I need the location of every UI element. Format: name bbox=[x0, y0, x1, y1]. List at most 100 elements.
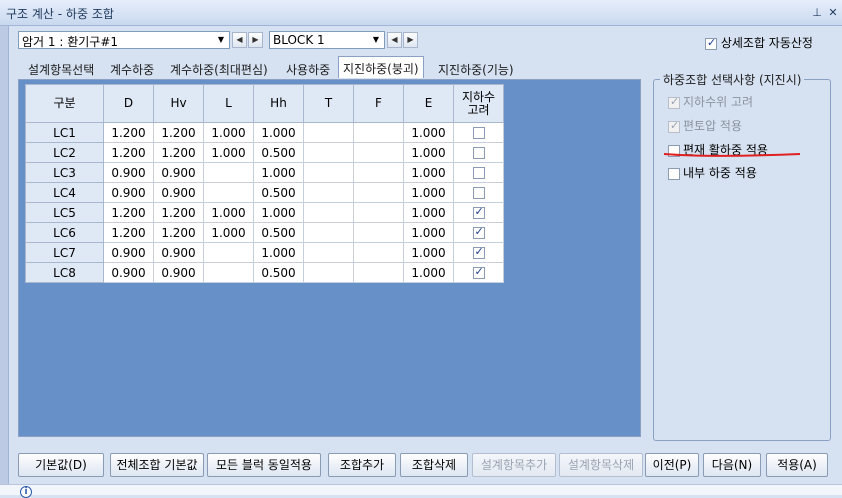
cell-hh[interactable]: 0.500 bbox=[253, 222, 304, 243]
checkbox-icon[interactable] bbox=[472, 147, 485, 159]
cell-e[interactable]: 1.000 bbox=[403, 122, 454, 143]
checkbox-icon[interactable] bbox=[472, 225, 485, 239]
cell-e[interactable]: 1.000 bbox=[403, 222, 454, 243]
apply-all-blocks-button[interactable]: 모든 블럭 동일적용 bbox=[207, 453, 321, 477]
cell-groundwater[interactable] bbox=[453, 122, 504, 143]
cell-hv[interactable]: 1.200 bbox=[153, 202, 204, 223]
cell-groundwater[interactable] bbox=[453, 162, 504, 183]
cell-f[interactable] bbox=[353, 142, 404, 163]
cell-hh[interactable]: 0.500 bbox=[253, 262, 304, 283]
cell-e[interactable]: 1.000 bbox=[403, 202, 454, 223]
cell-e[interactable]: 1.000 bbox=[403, 162, 454, 183]
cell-hh[interactable]: 1.000 bbox=[253, 242, 304, 263]
tab-factored-load[interactable]: 계수하중 bbox=[110, 58, 154, 78]
cell-d[interactable]: 1.200 bbox=[103, 222, 154, 243]
checkbox-icon[interactable] bbox=[705, 36, 717, 50]
cell-l[interactable]: 1.000 bbox=[203, 142, 254, 163]
cell-groundwater[interactable] bbox=[453, 142, 504, 163]
tab-seismic-function[interactable]: 지진하중(기능) bbox=[438, 58, 514, 78]
cell-d[interactable]: 1.200 bbox=[103, 122, 154, 143]
cell-t[interactable] bbox=[303, 202, 354, 223]
cell-d[interactable]: 1.200 bbox=[103, 142, 154, 163]
culvert-select[interactable]: 암거 1 : 환기구#1 ▼ bbox=[18, 31, 230, 49]
cell-d[interactable]: 0.900 bbox=[103, 162, 154, 183]
cell-hh[interactable]: 1.000 bbox=[253, 162, 304, 183]
tab-service-load[interactable]: 사용하중 bbox=[286, 58, 330, 78]
delete-design-item-button[interactable]: 설계항목삭제 bbox=[559, 453, 643, 477]
auto-calc-checkbox[interactable]: 상세조합 자동산정 bbox=[705, 34, 813, 51]
cell-e[interactable]: 1.000 bbox=[403, 262, 454, 283]
cell-f[interactable] bbox=[353, 262, 404, 283]
cell-f[interactable] bbox=[353, 122, 404, 143]
pin-icon[interactable]: ⊥ bbox=[810, 6, 824, 20]
cell-t[interactable] bbox=[303, 222, 354, 243]
cell-hh[interactable]: 1.000 bbox=[253, 202, 304, 223]
cell-e[interactable]: 1.000 bbox=[403, 142, 454, 163]
cell-hv[interactable]: 1.200 bbox=[153, 122, 204, 143]
close-icon[interactable]: ✕ bbox=[826, 6, 840, 20]
next-button[interactable]: 다음(N) bbox=[703, 453, 761, 477]
add-design-item-button[interactable]: 설계항목추가 bbox=[472, 453, 556, 477]
cell-t[interactable] bbox=[303, 122, 354, 143]
cell-e[interactable]: 1.000 bbox=[403, 242, 454, 263]
cell-l[interactable] bbox=[203, 262, 254, 283]
cell-l[interactable] bbox=[203, 242, 254, 263]
cell-d[interactable]: 1.200 bbox=[103, 202, 154, 223]
cell-d[interactable]: 0.900 bbox=[103, 242, 154, 263]
cell-t[interactable] bbox=[303, 182, 354, 203]
cell-hh[interactable]: 0.500 bbox=[253, 142, 304, 163]
cell-hv[interactable]: 0.900 bbox=[153, 182, 204, 203]
cell-hv[interactable]: 0.900 bbox=[153, 242, 204, 263]
cell-f[interactable] bbox=[353, 162, 404, 183]
block-select[interactable]: BLOCK 1 ▼ bbox=[269, 31, 385, 49]
checkbox-icon[interactable] bbox=[668, 167, 680, 180]
cell-d[interactable]: 0.900 bbox=[103, 182, 154, 203]
cell-hv[interactable]: 1.200 bbox=[153, 142, 204, 163]
option-internal-load[interactable]: 내부 하중 적용 bbox=[668, 164, 757, 181]
tab-seismic-collapse[interactable]: 지진하중(붕괴) bbox=[338, 56, 424, 78]
default-button[interactable]: 기본값(D) bbox=[18, 453, 104, 477]
cell-e[interactable]: 1.000 bbox=[403, 182, 454, 203]
cell-hh[interactable]: 1.000 bbox=[253, 122, 304, 143]
apply-button[interactable]: 적용(A) bbox=[766, 453, 828, 477]
cell-f[interactable] bbox=[353, 182, 404, 203]
tab-factored-load-max-ecc[interactable]: 계수하중(최대편심) bbox=[170, 58, 268, 78]
all-combo-default-button[interactable]: 전체조합 기본값 bbox=[110, 453, 204, 477]
chevron-down-icon[interactable]: ▼ bbox=[369, 33, 383, 47]
tab-design-items[interactable]: 설계항목선택 bbox=[28, 58, 94, 78]
cell-f[interactable] bbox=[353, 222, 404, 243]
culvert-prev-button[interactable]: ◀ bbox=[232, 32, 247, 48]
checkbox-icon[interactable] bbox=[472, 187, 485, 199]
cell-groundwater[interactable] bbox=[453, 202, 504, 223]
cell-t[interactable] bbox=[303, 262, 354, 283]
cell-hv[interactable]: 1.200 bbox=[153, 222, 204, 243]
cell-hh[interactable]: 0.500 bbox=[253, 182, 304, 203]
cell-hv[interactable]: 0.900 bbox=[153, 162, 204, 183]
add-combination-button[interactable]: 조합추가 bbox=[328, 453, 396, 477]
prev-button[interactable]: 이전(P) bbox=[645, 453, 699, 477]
checkbox-icon[interactable] bbox=[472, 127, 485, 139]
checkbox-icon[interactable] bbox=[472, 245, 485, 259]
cell-t[interactable] bbox=[303, 242, 354, 263]
cell-f[interactable] bbox=[353, 202, 404, 223]
cell-d[interactable]: 0.900 bbox=[103, 262, 154, 283]
cell-groundwater[interactable] bbox=[453, 222, 504, 243]
chevron-down-icon[interactable]: ▼ bbox=[214, 33, 228, 47]
cell-t[interactable] bbox=[303, 142, 354, 163]
cell-hv[interactable]: 0.900 bbox=[153, 262, 204, 283]
cell-l[interactable]: 1.000 bbox=[203, 202, 254, 223]
cell-l[interactable]: 1.000 bbox=[203, 122, 254, 143]
checkbox-icon[interactable] bbox=[472, 167, 485, 179]
cell-t[interactable] bbox=[303, 162, 354, 183]
cell-groundwater[interactable] bbox=[453, 262, 504, 283]
culvert-next-button[interactable]: ▶ bbox=[248, 32, 263, 48]
checkbox-icon[interactable] bbox=[472, 205, 485, 219]
cell-l[interactable] bbox=[203, 182, 254, 203]
cell-groundwater[interactable] bbox=[453, 242, 504, 263]
cell-groundwater[interactable] bbox=[453, 182, 504, 203]
block-prev-button[interactable]: ◀ bbox=[387, 32, 402, 48]
cell-l[interactable] bbox=[203, 162, 254, 183]
delete-combination-button[interactable]: 조합삭제 bbox=[400, 453, 468, 477]
checkbox-icon[interactable] bbox=[472, 265, 485, 279]
block-next-button[interactable]: ▶ bbox=[403, 32, 418, 48]
